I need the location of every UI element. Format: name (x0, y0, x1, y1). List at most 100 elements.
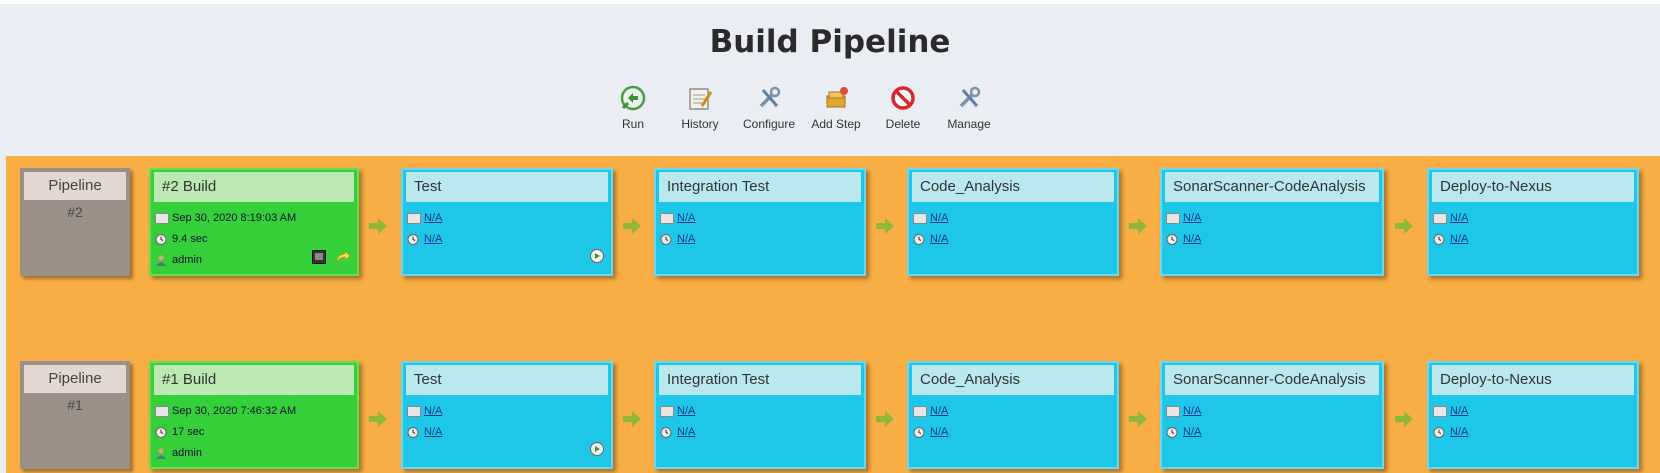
clock-icon (1433, 426, 1445, 438)
run-icon (620, 85, 646, 111)
stage-date-link[interactable]: N/A (1450, 405, 1468, 417)
stage-card-integration-test[interactable]: Integration Test N/A N/A (654, 361, 866, 469)
clock-icon (1166, 426, 1178, 438)
stage-date-link[interactable]: N/A (1183, 212, 1201, 224)
pipeline-label: Pipeline (24, 365, 126, 393)
clock-icon (1166, 233, 1178, 245)
manage-label: Manage (947, 117, 991, 131)
calendar-icon (1433, 405, 1447, 417)
stage-date-link[interactable]: N/A (424, 405, 442, 417)
add-step-icon (826, 87, 848, 108)
stage-title: Test (406, 172, 608, 202)
flow-arrow-icon (623, 218, 641, 234)
stage-card-sonarscanner[interactable]: SonarScanner-CodeAnalysis N/A N/A (1160, 168, 1384, 276)
rerun-icon[interactable] (335, 250, 351, 264)
build-duration: 17 sec (172, 426, 205, 438)
history-button[interactable]: History (660, 80, 740, 131)
flow-arrow-icon (876, 218, 894, 234)
clock-icon (407, 233, 419, 245)
build-user: admin (172, 447, 202, 459)
clock-icon (155, 426, 167, 438)
build-title: #1 Build (154, 365, 354, 395)
flow-arrow-icon (369, 218, 387, 234)
stage-title: SonarScanner-CodeAnalysis (1165, 172, 1379, 202)
stage-date-link[interactable]: N/A (1450, 212, 1468, 224)
stage-duration-link[interactable]: N/A (1450, 426, 1468, 438)
clock-icon (407, 426, 419, 438)
build-date: Sep 30, 2020 7:46:32 AM (172, 405, 297, 417)
stage-duration-link[interactable]: N/A (424, 426, 442, 438)
stage-title: Deploy-to-Nexus (1432, 365, 1634, 395)
stage-duration-link[interactable]: N/A (930, 426, 948, 438)
page-title: Build Pipeline (709, 24, 951, 60)
stage-date-link[interactable]: N/A (930, 212, 948, 224)
stage-date-link[interactable]: N/A (930, 405, 948, 417)
stage-card-code-analysis[interactable]: Code_Analysis N/A N/A (907, 361, 1119, 469)
build-stage-card[interactable]: #1 Build Sep 30, 2020 7:46:32 AM 17 sec … (149, 361, 359, 469)
calendar-icon (155, 212, 169, 224)
history-icon (689, 88, 713, 110)
build-date: Sep 30, 2020 8:19:03 AM (172, 212, 297, 224)
stage-title: Deploy-to-Nexus (1432, 172, 1634, 202)
stage-card-deploy-to-nexus[interactable]: Deploy-to-Nexus N/A N/A (1427, 361, 1639, 469)
clock-icon (913, 426, 925, 438)
stage-title: SonarScanner-CodeAnalysis (1165, 365, 1379, 395)
calendar-icon (913, 405, 927, 417)
pipeline-label: Pipeline (24, 172, 126, 200)
stage-duration-link[interactable]: N/A (1183, 426, 1201, 438)
trigger-icon[interactable] (589, 248, 605, 264)
stage-duration-link[interactable]: N/A (930, 233, 948, 245)
stage-card-test[interactable]: Test N/A N/A (401, 168, 613, 276)
stage-duration-link[interactable]: N/A (677, 233, 695, 245)
stage-card-test[interactable]: Test N/A N/A (401, 361, 613, 469)
pipeline-cell[interactable]: Pipeline #1 (20, 361, 130, 469)
stage-date-link[interactable]: N/A (1183, 405, 1201, 417)
stage-duration-link[interactable]: N/A (677, 426, 695, 438)
clock-icon (1433, 233, 1445, 245)
stage-card-sonarscanner[interactable]: SonarScanner-CodeAnalysis N/A N/A (1160, 361, 1384, 469)
stage-date-link[interactable]: N/A (677, 212, 695, 224)
flow-arrow-icon (369, 411, 387, 427)
pipeline-number: #2 (67, 204, 83, 220)
stage-date-link[interactable]: N/A (677, 405, 695, 417)
clock-icon (155, 233, 167, 245)
calendar-icon (1166, 212, 1180, 224)
build-title: #2 Build (154, 172, 354, 202)
stage-card-integration-test[interactable]: Integration Test N/A N/A (654, 168, 866, 276)
manage-icon (959, 86, 981, 108)
flow-arrow-icon (1395, 411, 1413, 427)
stage-title: Integration Test (659, 365, 861, 395)
configure-icon (759, 86, 781, 108)
stage-card-code-analysis[interactable]: Code_Analysis N/A N/A (907, 168, 1119, 276)
stage-duration-link[interactable]: N/A (424, 233, 442, 245)
pipeline-area: Pipeline #2 #2 Build Sep 30, 2020 8:19:0… (6, 156, 1660, 473)
clock-icon (913, 233, 925, 245)
calendar-icon (155, 405, 169, 417)
build-stage-card[interactable]: #2 Build Sep 30, 2020 8:19:03 AM 9.4 sec… (149, 168, 359, 276)
stage-duration-link[interactable]: N/A (1183, 233, 1201, 245)
calendar-icon (913, 212, 927, 224)
pipeline-number: #1 (67, 397, 83, 413)
stage-date-link[interactable]: N/A (424, 212, 442, 224)
console-icon[interactable] (311, 250, 326, 264)
clock-icon (660, 233, 672, 245)
build-duration: 9.4 sec (172, 233, 208, 245)
stage-card-deploy-to-nexus[interactable]: Deploy-to-Nexus N/A N/A (1427, 168, 1639, 276)
stage-title: Integration Test (659, 172, 861, 202)
flow-arrow-icon (1395, 218, 1413, 234)
top-strip (0, 0, 1660, 4)
stage-duration-link[interactable]: N/A (1450, 233, 1468, 245)
stage-title: Code_Analysis (912, 365, 1114, 395)
pipeline-cell[interactable]: Pipeline #2 (20, 168, 130, 276)
calendar-icon (407, 212, 421, 224)
manage-button[interactable]: Manage (929, 80, 1009, 131)
calendar-icon (1166, 405, 1180, 417)
calendar-icon (660, 212, 674, 224)
clock-icon (660, 426, 672, 438)
history-label: History (681, 117, 719, 131)
build-user: admin (172, 254, 202, 266)
calendar-icon (1433, 212, 1447, 224)
calendar-icon (660, 405, 674, 417)
flow-arrow-icon (1129, 218, 1147, 234)
trigger-icon[interactable] (589, 441, 605, 457)
